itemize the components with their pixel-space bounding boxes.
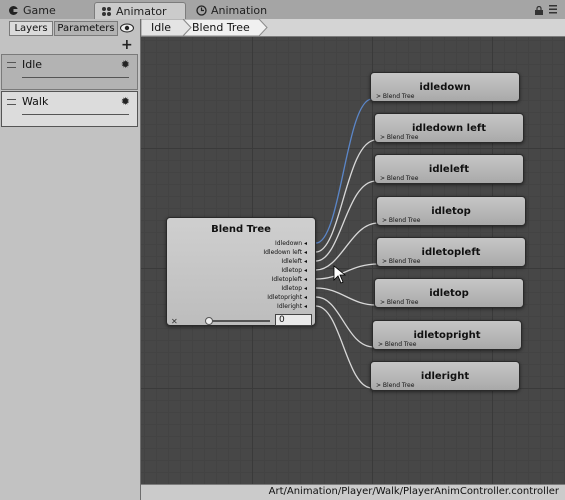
blend-param: Idleright ◂ [277, 303, 307, 310]
remove-icon[interactable]: ✕ [171, 317, 178, 326]
drag-handle-icon[interactable] [7, 99, 16, 105]
breadcrumb-item-blend-tree[interactable]: Blend Tree [182, 19, 250, 36]
motion-node[interactable]: idletop > Blend Tree [376, 196, 526, 226]
blend-slider-track[interactable] [208, 320, 270, 322]
tab-label: Parameters [57, 23, 115, 34]
blend-param: Idledown ◂ [274, 240, 307, 247]
game-icon [8, 5, 19, 16]
motion-node[interactable]: idletopright > Blend Tree [372, 320, 522, 350]
eye-icon[interactable] [119, 21, 135, 35]
tab-label: Animation [211, 4, 268, 17]
blend-param: Idleleft ◂ [281, 258, 307, 265]
node-title: idletopleft [421, 247, 481, 258]
wire [315, 287, 377, 306]
tab-label: Animator [116, 4, 167, 18]
motion-node[interactable]: idleleft > Blend Tree [374, 154, 524, 184]
wire [315, 263, 379, 280]
gear-icon[interactable]: ✹ [121, 95, 130, 108]
node-title: idleleft [428, 164, 470, 175]
animator-graph[interactable]: Blend Tree Idledown ◂ Idledown left ◂ Id… [141, 37, 565, 484]
wire [315, 305, 373, 389]
node-port-label: > Blend Tree [382, 217, 421, 224]
motion-node[interactable]: idledown > Blend Tree [370, 72, 520, 102]
add-layer-button[interactable]: + [121, 37, 133, 53]
breadcrumb-item-idle[interactable]: Idle [141, 19, 171, 36]
node-port-label: > Blend Tree [380, 134, 419, 141]
motion-node[interactable]: idletopleft > Blend Tree [376, 237, 526, 267]
tab-label: Layers [14, 23, 48, 34]
node-port-label: > Blend Tree [380, 175, 419, 182]
lock-icon[interactable] [535, 5, 543, 15]
window-tab-bar: Game Animator Animation [0, 0, 565, 20]
motion-node[interactable]: idledown left > Blend Tree [374, 113, 524, 143]
blend-param: Idletopleft ◂ [271, 276, 307, 283]
tab-layers[interactable]: Layers [9, 21, 53, 36]
node-port-label: > Blend Tree [378, 341, 417, 348]
layer-name: Idle [22, 58, 43, 71]
node-title: idleright [420, 371, 470, 382]
gear-icon[interactable]: ✹ [121, 58, 130, 71]
layers-panel: Layers Parameters + Idle ✹ Walk ✹ [0, 19, 141, 500]
tab-label: Game [23, 4, 56, 17]
blend-param: Idletopright ◂ [267, 294, 307, 301]
node-title: idletopright [413, 330, 481, 341]
breadcrumb: Idle Blend Tree [141, 19, 565, 37]
node-title: idletop [431, 206, 471, 217]
mouse-cursor-icon [333, 265, 347, 284]
node-port-label: > Blend Tree [382, 258, 421, 265]
blend-tree-node[interactable]: Blend Tree Idledown ◂ Idledown left ◂ Id… [166, 217, 316, 326]
wire [315, 180, 377, 262]
status-bar: Art/Animation/Player/Walk/PlayerAnimCont… [141, 484, 565, 500]
animation-icon [196, 5, 207, 16]
node-title: idledown left [411, 123, 486, 134]
window-menu-icon[interactable] [549, 4, 557, 14]
layer-weight-bar [22, 114, 129, 115]
node-port-label: > Blend Tree [376, 93, 415, 100]
drag-handle-icon[interactable] [7, 62, 16, 68]
tab-game[interactable]: Game [2, 2, 62, 19]
blend-param: Idletop ◂ [281, 285, 307, 292]
layer-item-idle[interactable]: Idle ✹ [1, 54, 138, 90]
node-title: Blend Tree [211, 224, 271, 235]
node-title: idletop [429, 288, 469, 299]
tab-parameters[interactable]: Parameters [54, 21, 118, 36]
motion-node[interactable]: idletop > Blend Tree [374, 278, 524, 308]
node-port-label: > Blend Tree [376, 382, 415, 389]
motion-node[interactable]: idleright > Blend Tree [370, 361, 520, 391]
controller-path: Art/Animation/Player/Walk/PlayerAnimCont… [268, 486, 559, 497]
blend-value-field[interactable]: 0 [275, 314, 312, 326]
layer-weight-bar [22, 77, 129, 78]
animator-icon [101, 6, 112, 17]
blend-slider-thumb[interactable] [205, 317, 213, 325]
node-port-label: > Blend Tree [380, 299, 419, 306]
tab-animator[interactable]: Animator [94, 2, 186, 19]
tab-animation[interactable]: Animation [190, 2, 273, 19]
blend-param: Idletop ◂ [281, 267, 307, 274]
blend-param: Idledown left ◂ [263, 249, 307, 256]
layer-item-walk[interactable]: Walk ✹ [1, 91, 138, 127]
layer-name: Walk [22, 95, 49, 108]
node-title: idledown [419, 82, 471, 93]
